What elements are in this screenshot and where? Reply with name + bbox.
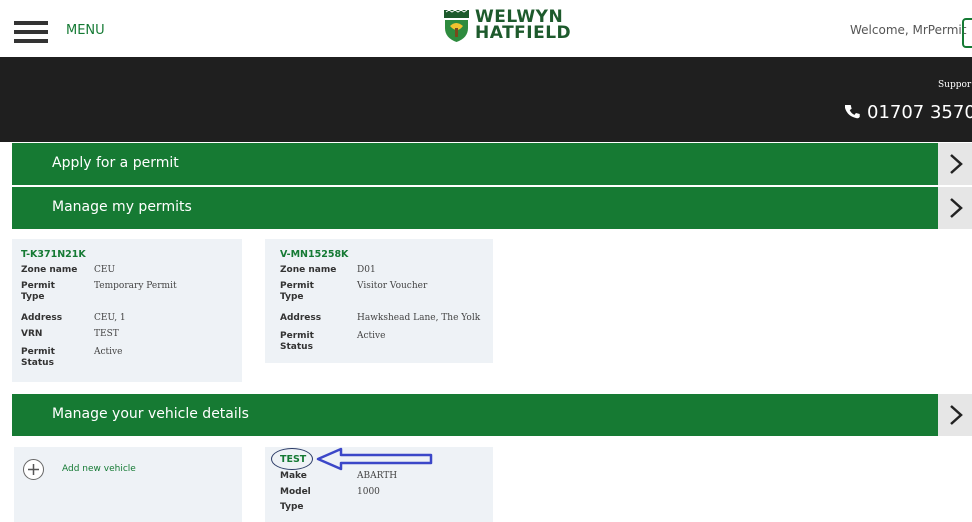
permit-status-label-line2: Status: [21, 358, 54, 368]
permit-status-label-line1: Permit: [280, 331, 314, 341]
plus-circle-icon[interactable]: [23, 459, 44, 480]
make-label: Make: [280, 471, 307, 481]
apply-permit-chevron[interactable]: [938, 143, 972, 185]
manage-permits-bar[interactable]: Manage my permits: [12, 187, 938, 229]
permit-type-value: Visitor Voucher: [357, 281, 428, 291]
apply-permit-label: Apply for a permit: [52, 155, 179, 171]
phone-number[interactable]: 01707 357000: [844, 102, 972, 123]
permit-id[interactable]: V-MN15258K: [280, 249, 348, 260]
permit-type-value: Temporary Permit: [94, 281, 177, 291]
permit-card[interactable]: T-K371N21K Zone name CEU Permit Type Tem…: [12, 239, 242, 382]
permit-status-label-line2: Status: [280, 342, 313, 352]
make-value: ABARTH: [357, 471, 398, 481]
account-button[interactable]: [962, 18, 972, 48]
permit-status-label: Permit Status: [280, 331, 314, 353]
chevron-right-icon: [950, 198, 963, 218]
permit-status-label: Permit Status: [21, 347, 55, 369]
vrn-value: TEST: [94, 329, 119, 339]
add-vehicle-label[interactable]: Add new vehicle: [62, 464, 136, 474]
permit-type-label-line1: Permit: [21, 281, 55, 291]
permit-type-label: Permit Type: [280, 281, 314, 303]
permit-status-label-line1: Permit: [21, 347, 55, 357]
menu-label[interactable]: MENU: [66, 23, 105, 38]
contact-banner: [0, 57, 972, 142]
zone-name-value: D01: [357, 265, 376, 275]
add-vehicle-card[interactable]: Add new vehicle: [14, 447, 242, 522]
welcome-text: Welcome, MrPermit: [850, 23, 967, 37]
phone-number-text: 01707 357000: [867, 102, 972, 123]
phone-icon: [844, 104, 860, 119]
model-value: 1000: [357, 487, 380, 497]
manage-permits-chevron[interactable]: [938, 187, 972, 229]
manage-vehicles-bar[interactable]: Manage your vehicle details: [12, 394, 938, 436]
model-label: Model Type: [280, 487, 311, 513]
permit-type-label-line2: Type: [21, 292, 45, 302]
permit-card[interactable]: V-MN15258K Zone name D01 Permit Type Vis…: [265, 239, 493, 363]
logo-text: WELWYN HATFIELD: [475, 9, 572, 43]
address-value: CEU, 1: [94, 313, 126, 323]
permit-status-value: Active: [94, 347, 123, 357]
permit-status-value: Active: [357, 331, 386, 341]
model-label-line2: Type: [280, 502, 304, 512]
arrow-left-annotation-icon: [316, 447, 433, 471]
model-label-line1: Model: [280, 487, 311, 497]
zone-name-value: CEU: [94, 265, 116, 275]
vrn-label: VRN: [21, 329, 43, 339]
permit-type-label: Permit Type: [21, 281, 55, 303]
apply-permit-bar[interactable]: Apply for a permit: [12, 143, 938, 185]
logo-line2: HATFIELD: [475, 23, 572, 43]
welwyn-hatfield-logo[interactable]: [444, 8, 469, 44]
address-label: Address: [280, 313, 322, 323]
manage-vehicles-chevron[interactable]: [938, 394, 972, 436]
vehicle-vrn[interactable]: TEST: [280, 454, 306, 465]
manage-permits-label: Manage my permits: [52, 199, 192, 215]
address-label: Address: [21, 313, 63, 323]
permit-id[interactable]: T-K371N21K: [21, 249, 86, 260]
chevron-right-icon: [950, 405, 963, 425]
support-label: Suppor: [938, 80, 972, 90]
permit-type-label-line2: Type: [280, 292, 304, 302]
menu-icon[interactable]: [14, 21, 48, 43]
chevron-right-icon: [950, 154, 963, 174]
manage-vehicles-label: Manage your vehicle details: [52, 406, 249, 422]
zone-name-label: Zone name: [280, 265, 337, 275]
zone-name-label: Zone name: [21, 265, 78, 275]
address-value: Hawkshead Lane, The Yolk: [357, 313, 481, 323]
permit-type-label-line1: Permit: [280, 281, 314, 291]
